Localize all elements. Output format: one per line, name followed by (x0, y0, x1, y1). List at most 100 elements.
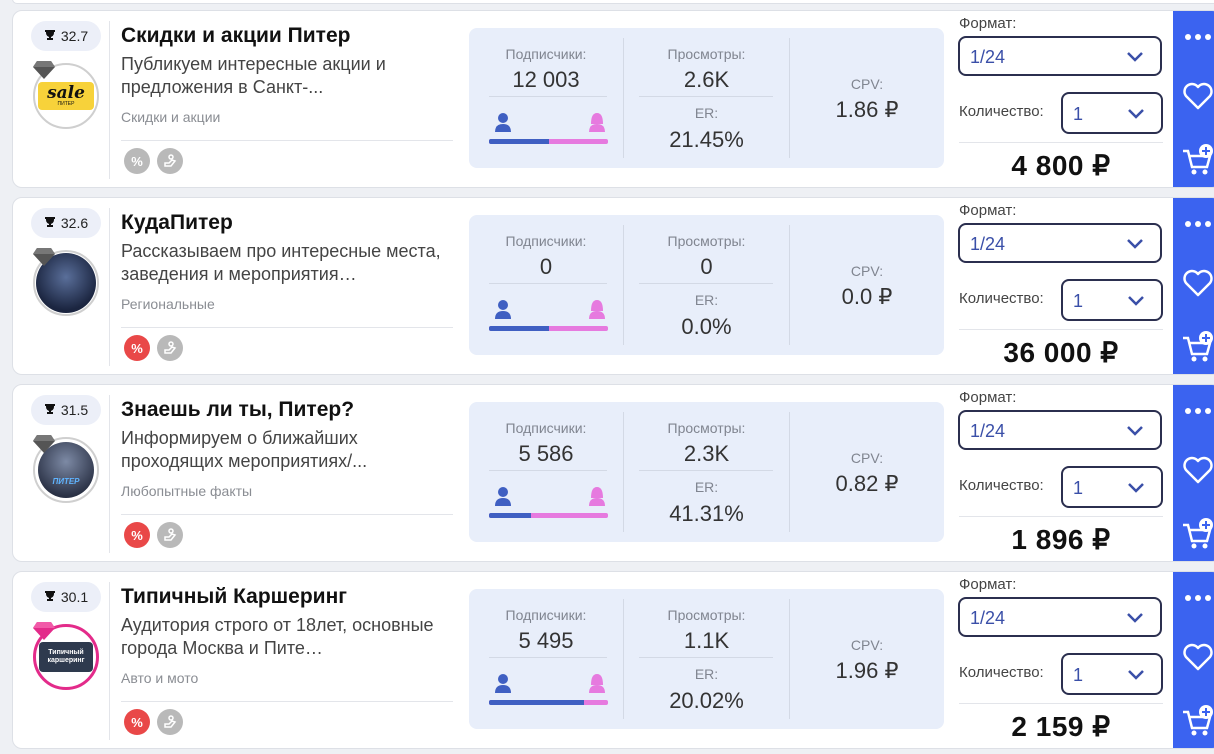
rating-value: 32.6 (60, 215, 89, 231)
avatar-logo-subtext: каршеринг (47, 657, 85, 664)
quantity-label: Количество: (959, 103, 1044, 120)
quantity-select[interactable]: 1 (1061, 92, 1163, 134)
channel-title[interactable]: Типичный Каршеринг (121, 585, 347, 609)
format-select[interactable]: 1/24 (958, 223, 1162, 263)
male-icon (495, 113, 511, 132)
channel-title[interactable]: КудаПитер (121, 211, 233, 235)
views-label: Просмотры: (667, 420, 746, 436)
divider (121, 701, 453, 702)
channel-card[interactable]: 30.1 Типичный каршеринг Типичный Каршери… (12, 571, 1214, 749)
chevron-down-icon (1127, 52, 1143, 62)
cart-add-icon[interactable] (1173, 143, 1214, 177)
cart-add-icon[interactable] (1173, 330, 1214, 364)
quantity-select[interactable]: 1 (1061, 653, 1163, 695)
avatar-logo-text: ПИТЕР (52, 477, 80, 486)
trophy-icon (44, 216, 56, 231)
cpv-value: 1.86 ₽ (835, 97, 899, 122)
quantity-value: 1 (1073, 478, 1084, 498)
female-icon (589, 674, 605, 693)
views-value: 1.1K (683, 628, 730, 653)
subscribers-label: Подписчики: (505, 233, 587, 249)
rating-badge: 30.1 (31, 582, 101, 612)
more-dots-icon[interactable] (1173, 33, 1214, 41)
percent-icon: % (124, 335, 150, 361)
subscribers-value: 5 495 (518, 628, 574, 653)
heart-icon[interactable] (1173, 455, 1214, 485)
price: 36 000 ₽ (1003, 337, 1119, 368)
channel-title[interactable]: Скидки и акции Питер (121, 24, 350, 48)
er-label: ER: (694, 666, 719, 682)
diamond-icon (33, 248, 55, 266)
quantity-select[interactable]: 1 (1061, 466, 1163, 508)
gender-bar (489, 139, 608, 144)
divider (959, 329, 1163, 330)
more-dots-icon[interactable] (1173, 220, 1214, 228)
channel-card[interactable]: 31.5 ПИТЕР Знаешь ли ты, Питер? Информир… (12, 384, 1214, 562)
format-select[interactable]: 1/24 (958, 597, 1162, 637)
stats-panel: Подписчики: 5 495 Просмотры: 1.1K ER: 20… (469, 589, 944, 729)
er-label: ER: (694, 292, 719, 308)
cpv-label: CPV: (850, 450, 884, 466)
divider (109, 21, 110, 179)
gender-bar-male (489, 326, 549, 331)
format-label: Формат: (959, 389, 1017, 406)
quantity-label: Количество: (959, 664, 1044, 681)
chevron-down-icon (1128, 483, 1144, 493)
divider (121, 140, 453, 141)
divider (121, 327, 453, 328)
stats-panel: Подписчики: 0 Просмотры: 0 ER: 0.0% CPV:… (469, 215, 944, 355)
hand-icon (157, 522, 183, 548)
more-dots-icon[interactable] (1173, 407, 1214, 415)
male-icon (495, 487, 511, 506)
channel-title[interactable]: Знаешь ли ты, Питер? (121, 398, 354, 422)
channel-category: Скидки и акции (121, 109, 221, 125)
percent-icon: % (124, 709, 150, 735)
quantity-select[interactable]: 1 (1061, 279, 1163, 321)
quantity-value: 1 (1073, 665, 1084, 685)
trophy-icon (44, 29, 56, 44)
chevron-down-icon (1127, 239, 1143, 249)
subscribers-label: Подписчики: (505, 46, 587, 62)
channel-card[interactable]: 32.6 КудаПитер Рассказываем про интересн… (12, 197, 1214, 375)
cpv-value: 0.82 ₽ (835, 471, 899, 496)
gender-bar-male (489, 700, 585, 705)
heart-icon[interactable] (1173, 642, 1214, 672)
more-dots-icon[interactable] (1173, 594, 1214, 602)
price: 1 896 ₽ (1011, 524, 1111, 555)
rating-value: 30.1 (60, 589, 89, 605)
format-label: Формат: (959, 202, 1017, 219)
cart-add-icon[interactable] (1173, 517, 1214, 551)
female-icon (589, 300, 605, 319)
cpv-label: CPV: (850, 637, 884, 653)
format-select[interactable]: 1/24 (958, 410, 1162, 450)
quantity-label: Количество: (959, 290, 1044, 307)
format-label: Формат: (959, 576, 1017, 593)
previous-card-edge (12, 0, 1214, 4)
rating-value: 32.7 (60, 28, 89, 44)
action-bar (1173, 198, 1214, 374)
format-value: 1/24 (970, 234, 1006, 254)
action-bar (1173, 385, 1214, 561)
heart-icon[interactable] (1173, 268, 1214, 298)
cart-add-icon[interactable] (1173, 704, 1214, 738)
gender-bar (489, 513, 608, 518)
heart-icon[interactable] (1173, 81, 1214, 111)
channel-card[interactable]: 32.7 sale ПИТЕР Скидки и акции Питер Пуб… (12, 10, 1214, 188)
format-value: 1/24 (970, 608, 1006, 628)
channel-category: Авто и мото (121, 670, 199, 686)
gender-bar-male (489, 513, 531, 518)
format-select[interactable]: 1/24 (958, 36, 1162, 76)
chevron-down-icon (1128, 670, 1144, 680)
channel-category: Любопытные факты (121, 483, 253, 499)
views-value: 0 (700, 254, 713, 279)
views-label: Просмотры: (667, 607, 746, 623)
gender-bar-male (489, 139, 549, 144)
chevron-down-icon (1127, 613, 1143, 623)
er-label: ER: (694, 105, 719, 121)
quantity-label: Количество: (959, 477, 1044, 494)
avatar-logo-subtext: ПИТЕР (57, 101, 75, 107)
avatar-logo-text: Типичный (48, 649, 84, 656)
er-value: 20.02% (669, 688, 744, 713)
chevron-down-icon (1128, 296, 1144, 306)
subscribers-value: 0 (539, 254, 553, 279)
